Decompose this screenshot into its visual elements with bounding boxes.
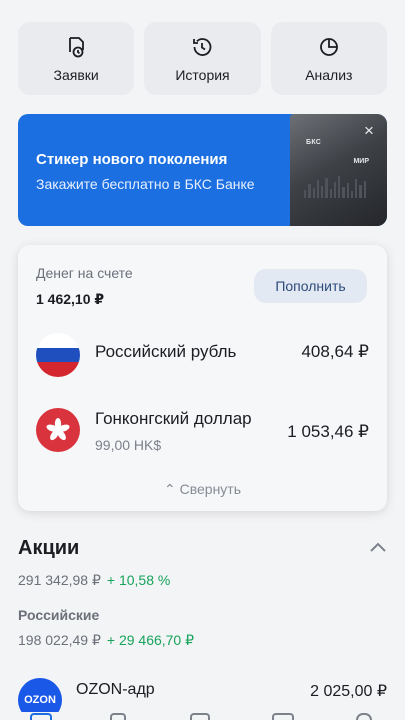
currency-row-hkd[interactable]: Гонконгский доллар 1 053,46 ₽ 99,00 HK$ xyxy=(36,407,369,453)
balance-card: Денег на счете 1 462,10 ₽ Пополнить Росс… xyxy=(18,245,387,511)
stocks-total-gain: + 10,58 % xyxy=(106,572,171,588)
bottom-tab-bar xyxy=(0,712,405,720)
requests-icon xyxy=(69,36,85,57)
russian-stocks-gain: + 29 466,70 ₽ xyxy=(106,632,195,648)
market-tab-icon[interactable] xyxy=(110,713,126,720)
close-icon[interactable]: × xyxy=(361,122,377,139)
stocks-title: Акции xyxy=(18,537,80,559)
promo-subtitle: Закажите бесплатно в БКС Банке xyxy=(36,176,255,192)
currency-value: 1 053,46 ₽ xyxy=(287,422,369,441)
card-pattern xyxy=(304,176,366,198)
russia-flag-icon xyxy=(36,333,80,377)
chat-tab-icon[interactable] xyxy=(272,713,294,720)
analysis-button[interactable]: Анализ xyxy=(270,22,387,95)
balance-label: Денег на счете xyxy=(36,265,133,281)
currency-native-amount: 99,00 HK$ xyxy=(95,437,162,453)
promo-banner[interactable]: Стикер нового поколения Закажите бесплат… xyxy=(18,114,387,226)
currency-name: Гонконгский доллар xyxy=(95,409,252,428)
requests-label: Заявки xyxy=(53,66,99,83)
promo-title: Стикер нового поколения xyxy=(36,151,228,168)
profile-tab-icon[interactable] xyxy=(356,713,372,720)
portfolio-tab-icon[interactable] xyxy=(30,713,52,720)
russian-stocks-value: 198 022,49 ₽ xyxy=(18,632,101,648)
balance-amount: 1 462,10 ₽ xyxy=(36,291,105,307)
collapse-button[interactable]: ⌃ Свернуть xyxy=(18,481,387,498)
stocks-total: 291 342,98 ₽ + 10,58 % xyxy=(18,572,170,589)
russian-stocks-total: 198 022,49 ₽ + 29 466,70 ₽ xyxy=(18,632,194,649)
history-label: История xyxy=(175,66,230,83)
stocks-total-value: 291 342,98 ₽ xyxy=(18,572,101,588)
requests-button[interactable]: Заявки xyxy=(18,22,135,95)
card-brand-logo: БКС xyxy=(306,139,322,146)
stock-value: 2 025,00 ₽ xyxy=(310,683,387,700)
chevron-up-icon[interactable] xyxy=(369,540,387,554)
stock-name: OZON-адр xyxy=(76,681,155,698)
chevron-up-icon: ⌃ xyxy=(163,481,176,497)
hong-kong-flag-icon xyxy=(36,408,80,452)
topup-button[interactable]: Пополнить xyxy=(254,269,367,303)
history-icon xyxy=(193,37,212,56)
history-button[interactable]: История xyxy=(144,22,261,95)
analysis-label: Анализ xyxy=(305,66,353,83)
quick-actions: Заявки История Анализ xyxy=(18,22,387,95)
currency-name: Российский рубль xyxy=(95,342,237,361)
currency-value: 408,64 ₽ xyxy=(301,342,369,361)
currency-row-rub[interactable]: Российский рубль 408,64 ₽ xyxy=(36,332,369,378)
russian-stocks-label: Российские xyxy=(18,607,100,623)
card-mir-logo: МИР xyxy=(353,158,369,165)
news-tab-icon[interactable] xyxy=(190,713,210,720)
analysis-icon xyxy=(319,37,338,56)
collapse-label: Свернуть xyxy=(179,481,242,497)
